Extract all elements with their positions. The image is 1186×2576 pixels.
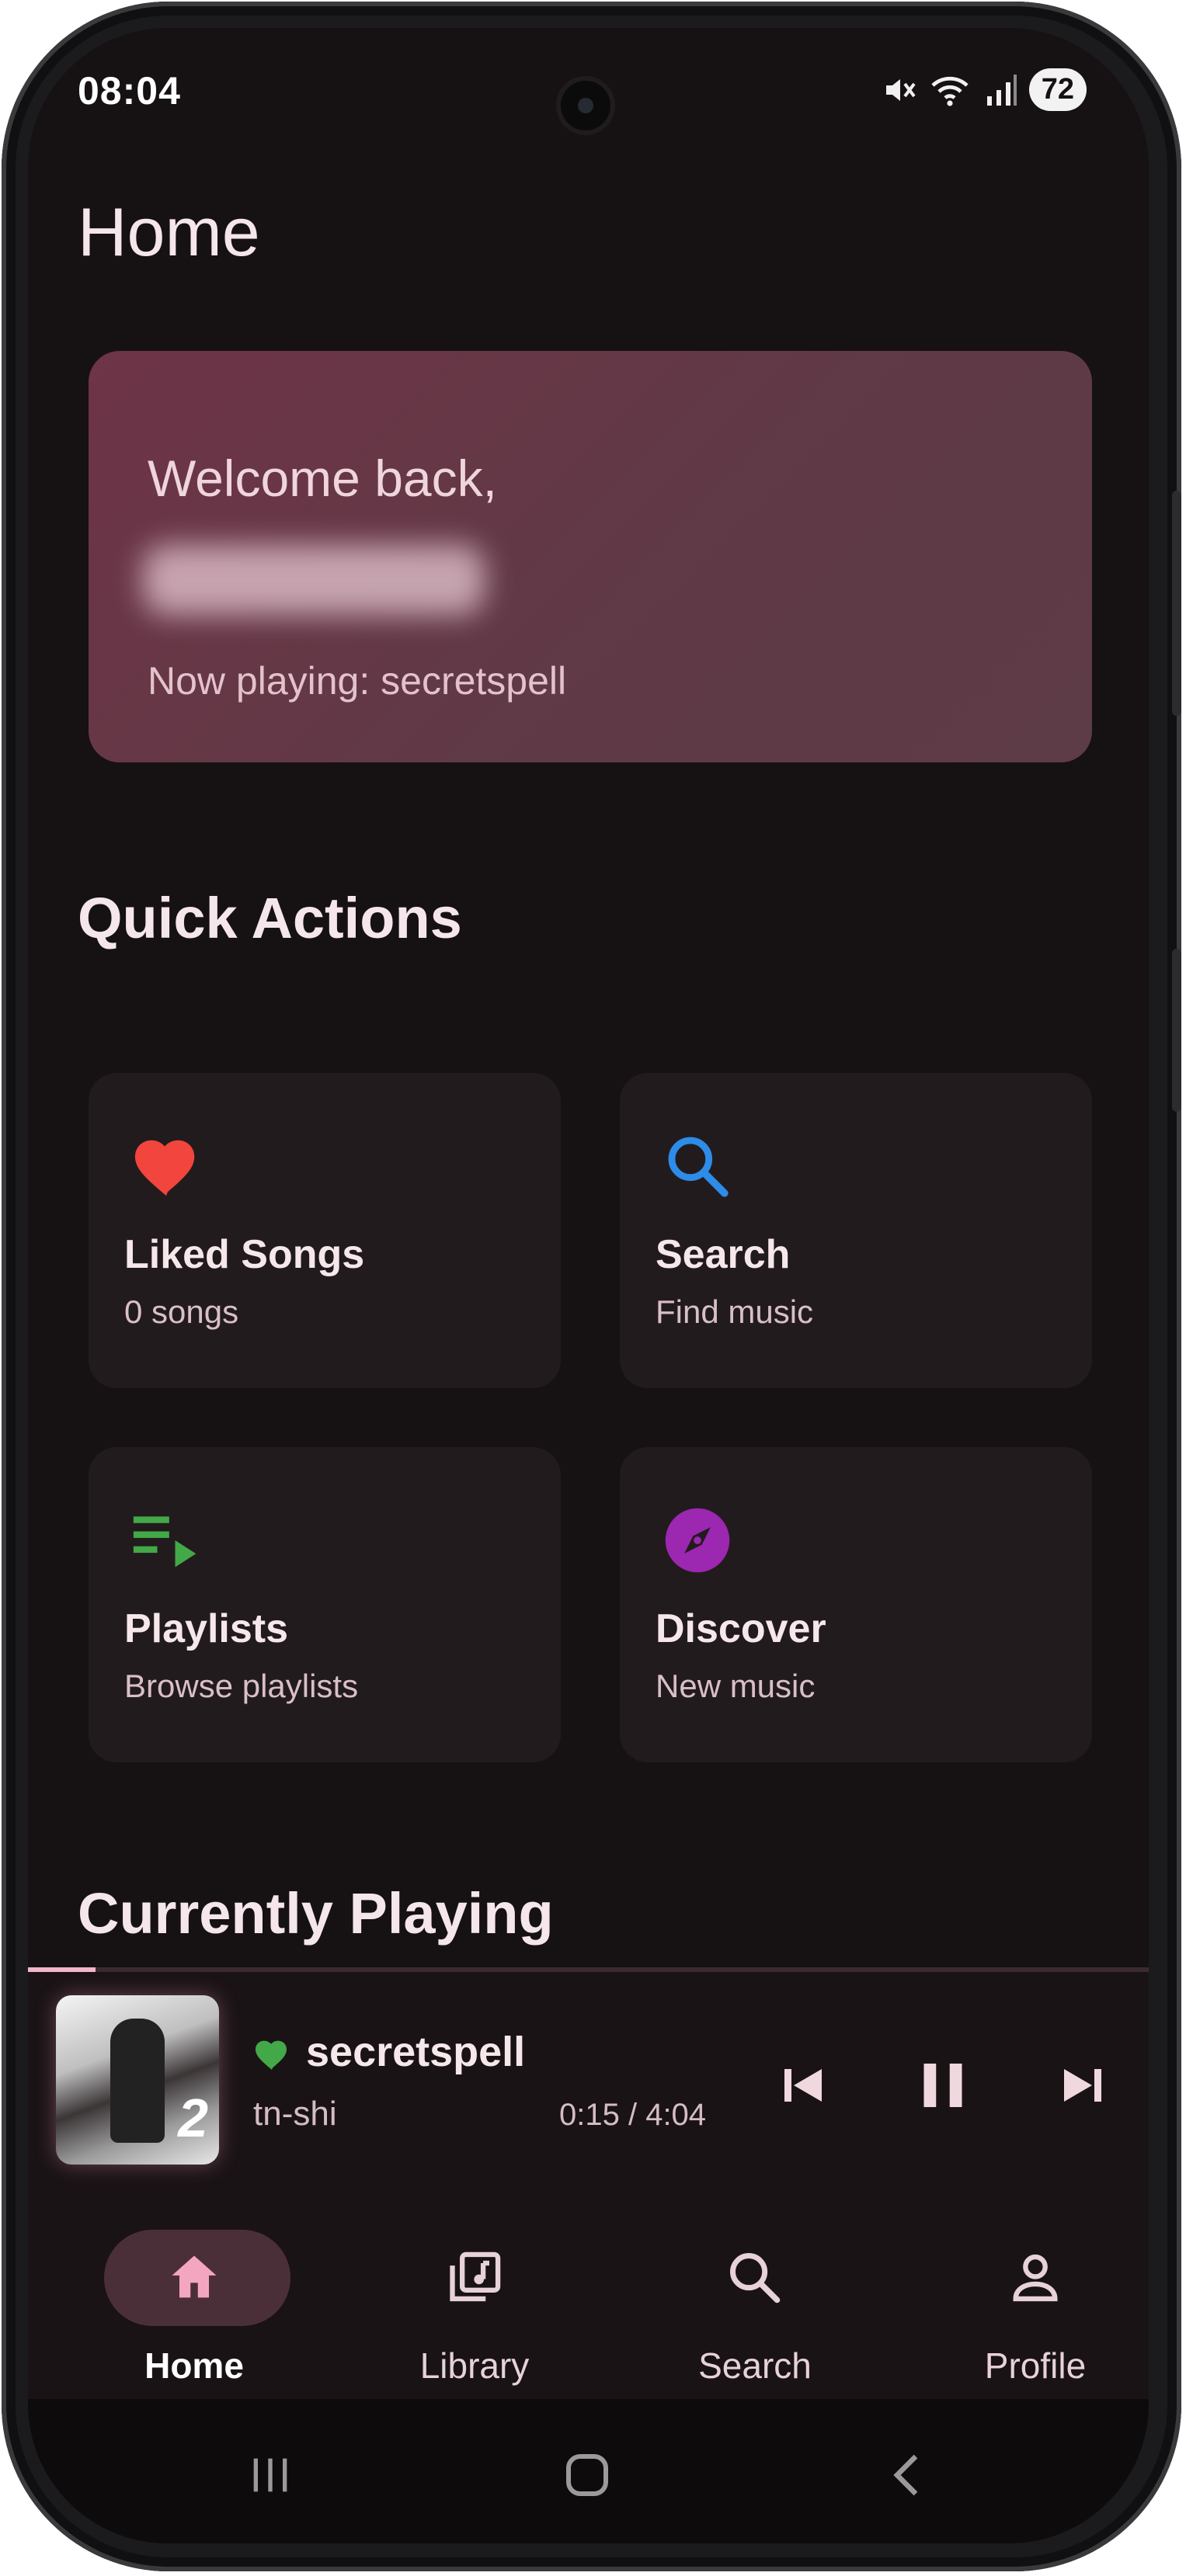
- compass-icon: [659, 1502, 736, 1579]
- battery-indicator: 72: [1028, 68, 1087, 111]
- track-time: 0:15 / 4:04: [559, 2098, 707, 2132]
- side-button: [1172, 949, 1181, 1112]
- status-time: 08:04: [78, 69, 181, 113]
- nav-item-home[interactable]: Home: [78, 2205, 311, 2399]
- home-icon: [163, 2247, 225, 2309]
- previous-button[interactable]: [764, 2047, 842, 2124]
- album-art-figure: [110, 2019, 165, 2143]
- library-music-icon: [443, 2247, 506, 2309]
- nav-label: Home: [144, 2345, 244, 2386]
- skip-next-icon: [1064, 2069, 1101, 2102]
- playlist-play-icon: [127, 1502, 205, 1579]
- album-art-mark: 2: [178, 2088, 208, 2148]
- album-art[interactable]: 2: [56, 1995, 219, 2165]
- nav-item-search[interactable]: Search: [638, 2205, 871, 2399]
- qa-subtitle: New music: [656, 1668, 816, 1704]
- nav-item-library[interactable]: Library: [358, 2205, 591, 2399]
- pause-icon: [923, 2064, 962, 2107]
- search-icon: [659, 1127, 736, 1205]
- home-system-icon[interactable]: [559, 2447, 615, 2503]
- nav-item-profile[interactable]: Profile: [919, 2205, 1149, 2399]
- qa-subtitle: 0 songs: [124, 1293, 239, 1330]
- bottom-navigation: Home Library Search Profile: [28, 2205, 1149, 2399]
- front-camera: [561, 81, 610, 130]
- heart-icon: [127, 1127, 205, 1205]
- currently-playing-title: Currently Playing: [78, 1881, 554, 1946]
- back-icon[interactable]: [881, 2447, 937, 2503]
- search-icon: [724, 2247, 786, 2309]
- welcome-card: Welcome back, Now playing: secretspell: [89, 351, 1092, 762]
- welcome-greeting: Welcome back,: [148, 450, 497, 507]
- skip-previous-icon: [784, 2069, 822, 2102]
- pause-button[interactable]: [904, 2047, 982, 2124]
- track-artist: tn-shi: [253, 2095, 337, 2133]
- status-icons: 72: [882, 68, 1087, 111]
- recent-apps-icon[interactable]: [245, 2450, 295, 2500]
- qa-title: Discover: [656, 1606, 826, 1651]
- nav-label: Profile: [984, 2345, 1087, 2386]
- liked-heart-icon[interactable]: [253, 2037, 290, 2071]
- playlists-card[interactable]: Playlists Browse playlists: [89, 1447, 561, 1762]
- qa-title: Search: [656, 1232, 791, 1277]
- qa-title: Liked Songs: [124, 1232, 365, 1277]
- person-icon: [1004, 2247, 1066, 2309]
- search-card[interactable]: Search Find music: [620, 1073, 1092, 1388]
- qa-subtitle: Browse playlists: [124, 1668, 359, 1704]
- track-title: secretspell: [306, 2029, 526, 2075]
- liked-songs-card[interactable]: Liked Songs 0 songs: [89, 1073, 561, 1388]
- wifi-icon: [931, 76, 969, 106]
- discover-card[interactable]: Discover New music: [620, 1447, 1092, 1762]
- qa-title: Playlists: [124, 1606, 289, 1651]
- qa-subtitle: Find music: [656, 1293, 814, 1330]
- mute-icon: [885, 78, 916, 101]
- user-name-blurred: [143, 545, 485, 615]
- next-button[interactable]: [1044, 2047, 1122, 2124]
- side-button: [1172, 491, 1181, 716]
- mini-player[interactable]: 2 secretspell tn-shi 0:15 / 4:04: [28, 1972, 1149, 2205]
- nav-label: Library: [419, 2345, 530, 2386]
- screen: 08:04 72 Home Welcome back, Now playing:…: [28, 28, 1149, 2543]
- page-title: Home: [78, 193, 260, 270]
- quick-actions-title: Quick Actions: [78, 886, 462, 950]
- nav-label: Search: [698, 2345, 812, 2386]
- system-navigation-bar: [28, 2399, 1149, 2543]
- signal-icon: [986, 74, 1017, 106]
- now-playing-text: Now playing: secretspell: [148, 659, 567, 703]
